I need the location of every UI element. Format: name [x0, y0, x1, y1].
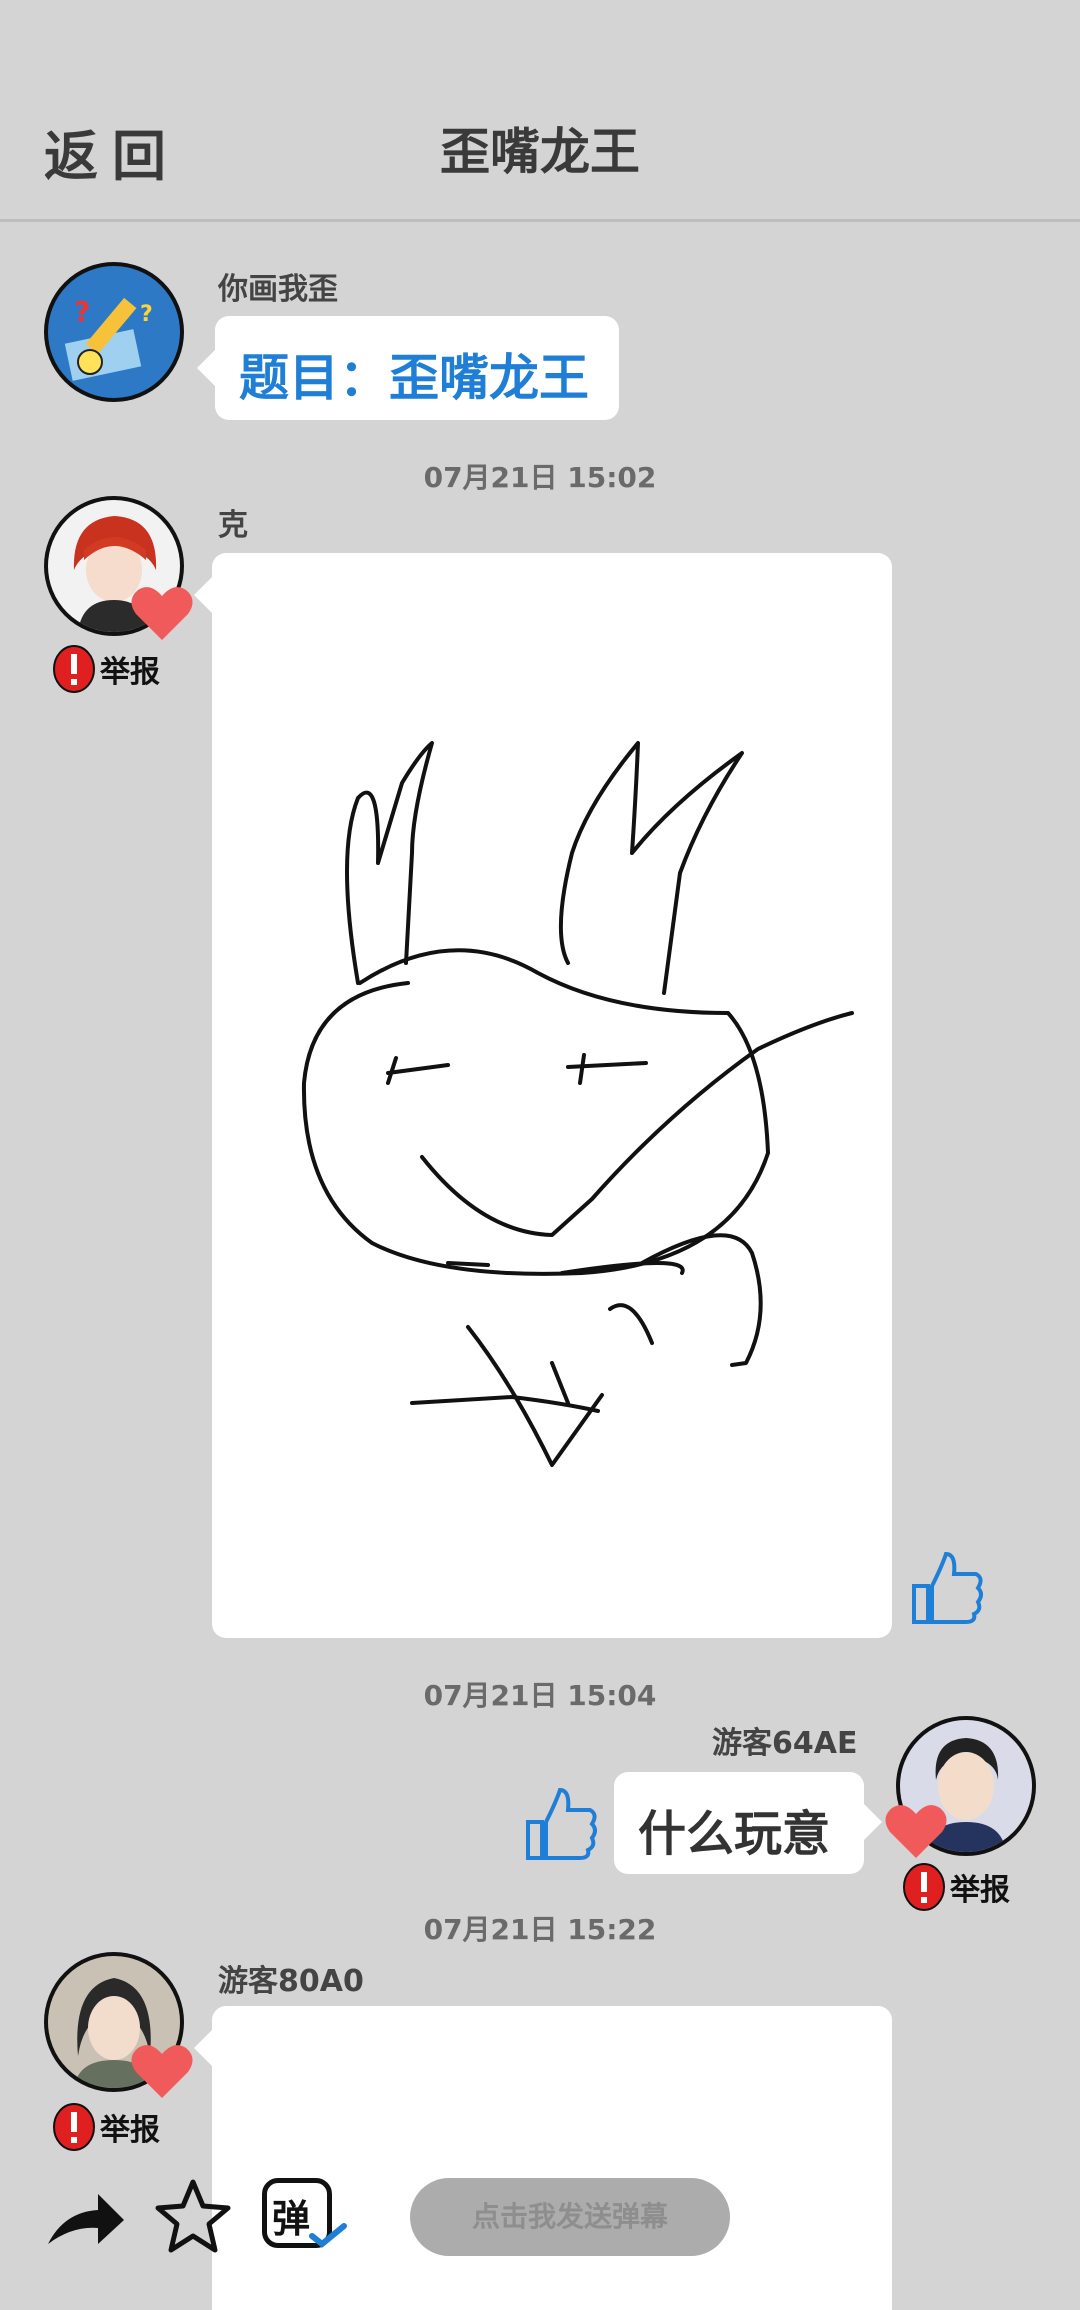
page-title: 歪嘴龙王 [440, 123, 640, 181]
alert-icon [903, 1863, 945, 1911]
topic-text: 题目：歪嘴龙王 [239, 349, 589, 407]
message-text: 什么玩意 [638, 1806, 831, 1862]
heart-icon[interactable] [130, 2040, 194, 2100]
bottom-action-bar: 弹 点击我发送弹幕 [0, 2160, 1080, 2270]
report-button[interactable]: 举报 [902, 1862, 1010, 1912]
heart-icon[interactable] [130, 582, 194, 642]
danmu-input[interactable]: 点击我发送弹幕 [410, 2178, 730, 2256]
drawing-bubble[interactable] [194, 553, 892, 1638]
sender-name: 游客80A0 [218, 1964, 364, 1999]
share-arrow-icon[interactable] [44, 2182, 128, 2252]
thumbs-up-icon[interactable] [520, 1782, 600, 1862]
timestamp: 07月21日 15:22 [423, 1913, 657, 1946]
report-label: 举报 [950, 1873, 1010, 1908]
report-button[interactable]: 举报 [52, 644, 160, 694]
avatar-system[interactable]: ? ? [44, 262, 184, 402]
sender-name: 克 [218, 508, 248, 543]
svg-text:?: ? [74, 295, 90, 328]
pencil-icon: ? ? [64, 295, 153, 381]
topic-bubble: 题目：歪嘴龙王 [197, 316, 619, 420]
header: 返回 歪嘴龙王 [0, 0, 1080, 222]
heart-icon[interactable] [884, 1800, 948, 1860]
check-icon [309, 2223, 347, 2248]
report-button[interactable]: 举报 [52, 2102, 160, 2152]
report-label: 举报 [100, 655, 160, 690]
thumbs-up-icon[interactable] [906, 1546, 986, 1626]
danmu-icon[interactable]: 弹 [262, 2178, 348, 2256]
alert-icon [53, 2103, 95, 2151]
timestamp: 07月21日 15:04 [423, 1679, 657, 1712]
star-icon[interactable] [154, 2178, 232, 2256]
timestamp: 07月21日 15:02 [423, 461, 657, 494]
danmu-icon-label: 弹 [272, 2197, 311, 2241]
sender-name: 游客64AE [712, 1726, 858, 1761]
sender-name: 你画我歪 [218, 272, 338, 307]
report-label: 举报 [100, 2113, 160, 2148]
svg-text:?: ? [140, 302, 153, 327]
message-bubble: 什么玩意 [614, 1772, 882, 1874]
drawing-canvas [301, 741, 854, 1467]
alert-icon [53, 645, 95, 693]
